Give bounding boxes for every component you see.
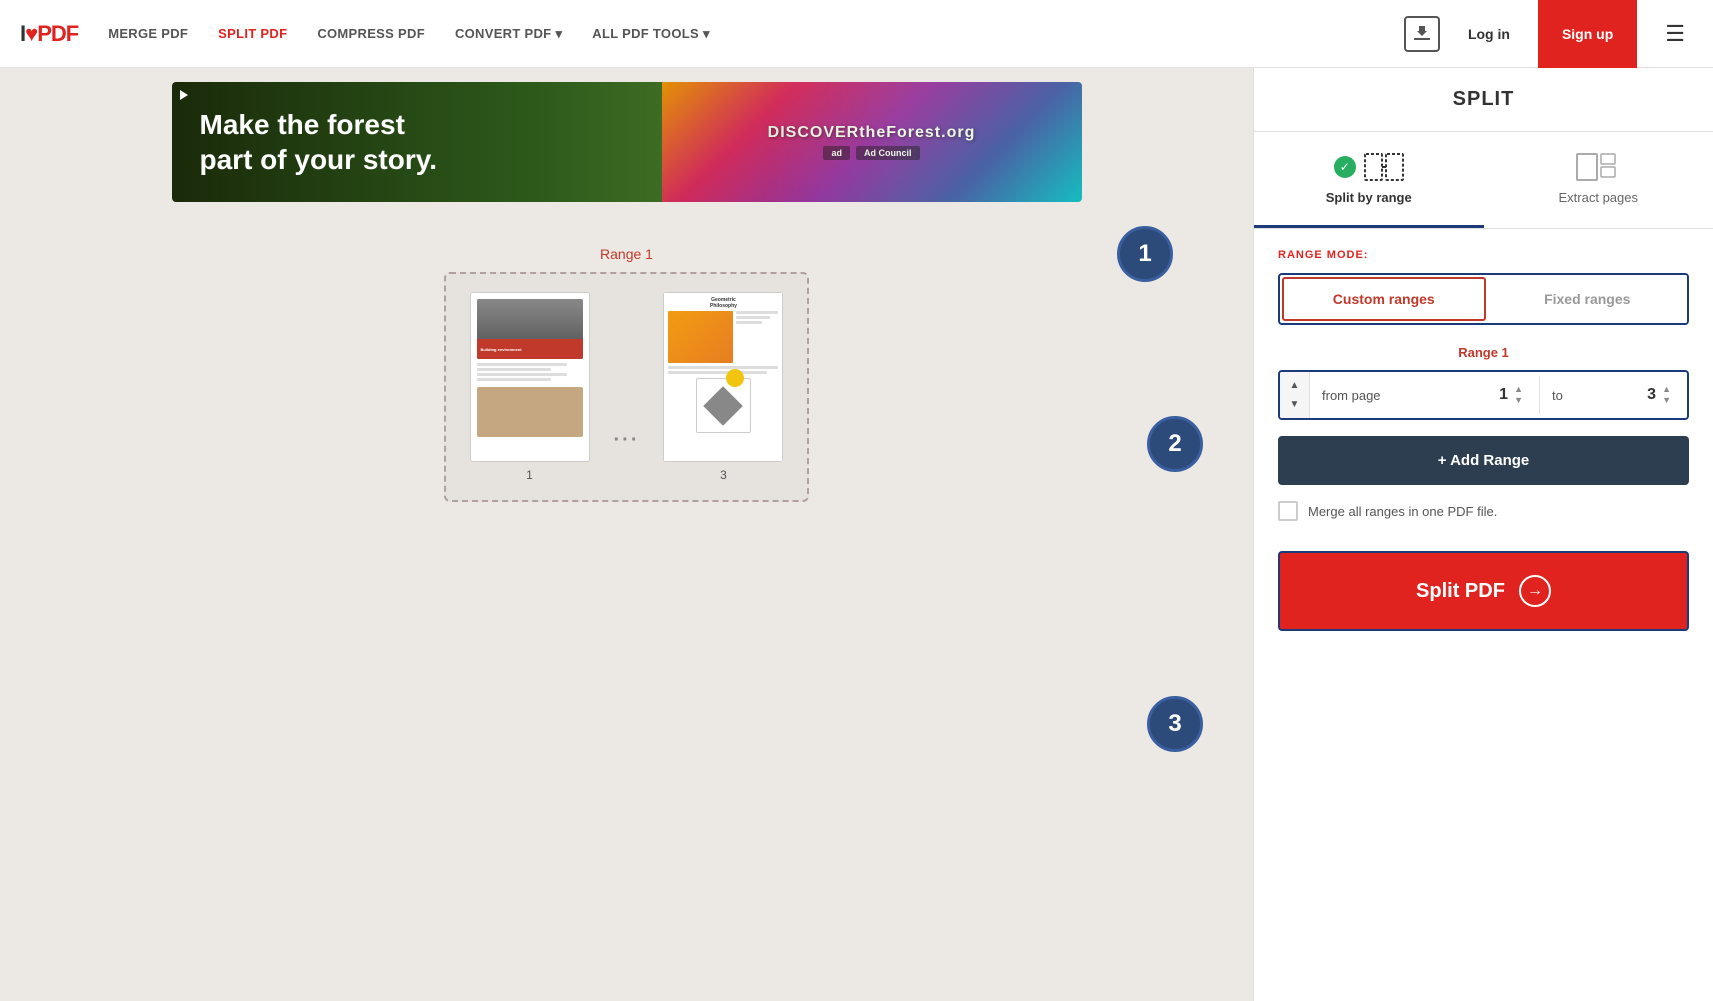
range-to: to 3 ▲ ▼ xyxy=(1540,376,1687,414)
ad-badge-council: Ad Council xyxy=(856,146,920,160)
range-from: from page 1 ▲ ▼ xyxy=(1310,376,1540,414)
range-inputs: ▲ ▼ from page 1 ▲ ▼ xyxy=(1278,370,1689,420)
download-icon xyxy=(1404,16,1440,52)
split-mode-tabs: ✓ Split by range Extract pages xyxy=(1254,132,1713,229)
page1-image-block: Building environment xyxy=(477,299,583,359)
from-page-number: 1 xyxy=(1499,386,1508,404)
download-button[interactable] xyxy=(1404,16,1440,52)
tab-extract-pages[interactable]: Extract pages xyxy=(1484,132,1713,228)
play-icon xyxy=(180,90,188,100)
split-pdf-button[interactable]: Split PDF → xyxy=(1278,551,1689,631)
split-title: SPLIT xyxy=(1254,68,1713,132)
to-page-down[interactable]: ▼ xyxy=(1658,395,1675,406)
page-thumb-1-inner: Building environment xyxy=(471,293,589,461)
logo-heart: ♥ xyxy=(25,21,37,46)
to-page-number: 3 xyxy=(1647,386,1656,404)
nav-compress[interactable]: COMPRESS PDF xyxy=(317,26,425,41)
page-thumb-1: Building environment xyxy=(470,292,590,462)
add-range-button[interactable]: + Add Range xyxy=(1278,436,1689,485)
merge-check: Merge all ranges in one PDF file. xyxy=(1278,501,1689,521)
ad-badge-ad: ad xyxy=(823,146,850,160)
to-page-up[interactable]: ▲ xyxy=(1658,384,1675,395)
ad-banner-content: Make the forestpart of your story. DISCO… xyxy=(172,82,1082,202)
logo-text: I♥PDF xyxy=(20,21,78,47)
mode-buttons: Custom ranges Fixed ranges xyxy=(1278,273,1689,325)
nav-all-tools[interactable]: ALL PDF TOOLS ▾ xyxy=(592,26,710,42)
page-card-1: Building environment xyxy=(470,292,590,482)
from-page-down[interactable]: ▼ xyxy=(1510,395,1527,406)
left-panel: Make the forestpart of your story. DISCO… xyxy=(0,68,1253,1001)
page1-line xyxy=(477,378,551,381)
range-label: Range 1 xyxy=(600,246,653,262)
tab-split-range-label: Split by range xyxy=(1326,190,1412,205)
from-page-up[interactable]: ▲ xyxy=(1510,384,1527,395)
signup-button[interactable]: Sign up xyxy=(1538,0,1637,68)
from-page-label: from page xyxy=(1322,388,1381,403)
tab-extract-label: Extract pages xyxy=(1559,190,1639,205)
page1-line xyxy=(477,363,567,366)
extract-pages-icon xyxy=(1576,152,1620,182)
custom-ranges-button[interactable]: Custom ranges xyxy=(1282,277,1486,321)
login-button[interactable]: Log in xyxy=(1454,18,1524,50)
header-right: Log in Sign up ☰ xyxy=(1404,0,1693,68)
nav-convert[interactable]: CONVERT PDF ▾ xyxy=(455,26,562,42)
page1-line xyxy=(477,373,567,376)
range-1-section: Range 1 ▲ ▼ from page 1 ▲ ▼ xyxy=(1278,345,1689,420)
to-label: to xyxy=(1552,388,1563,403)
merge-checkbox[interactable] xyxy=(1278,501,1298,521)
ad-right-section: DISCOVERtheForest.org ad Ad Council xyxy=(662,82,1082,202)
from-page-spinner[interactable]: ▲ ▼ xyxy=(1510,384,1527,406)
range-mode-label: RANGE MODE: xyxy=(1278,249,1689,261)
ad-colorful-bg: DISCOVERtheForest.org ad Ad Council xyxy=(662,82,1082,202)
range-down-button[interactable]: ▼ xyxy=(1282,395,1308,414)
logo-pdf: PDF xyxy=(37,21,78,46)
hamburger-menu-icon[interactable]: ☰ xyxy=(1657,13,1693,55)
range-box: Building environment xyxy=(444,272,810,502)
main-nav: MERGE PDF SPLIT PDF COMPRESS PDF CONVERT… xyxy=(108,26,1404,42)
fixed-ranges-button[interactable]: Fixed ranges xyxy=(1488,275,1688,323)
page-number-3: 3 xyxy=(720,468,727,482)
header: I♥PDF MERGE PDF SPLIT PDF COMPRESS PDF C… xyxy=(0,0,1713,68)
page-number-1: 1 xyxy=(526,468,533,482)
range-container: Range 1 Building environment xyxy=(444,246,810,502)
dots-separator: ··· xyxy=(614,429,640,482)
range-1-label: Range 1 xyxy=(1278,345,1689,360)
chevron-down-icon: ▾ xyxy=(555,26,562,42)
split-range-icon xyxy=(1364,152,1404,182)
ad-discover-text: DISCOVERtheForest.org xyxy=(768,124,976,142)
range-to-value: 3 ▲ ▼ xyxy=(1647,384,1675,406)
split-pdf-label: Split PDF xyxy=(1416,580,1505,603)
right-content: RANGE MODE: Custom ranges Fixed ranges R… xyxy=(1254,229,1713,1001)
range-from-value: 1 ▲ ▼ xyxy=(1499,384,1527,406)
ad-play-indicator xyxy=(180,90,188,100)
ad-text-left: Make the forestpart of your story. xyxy=(172,107,466,177)
page1-lines xyxy=(477,363,583,381)
page-thumb-3-inner: GeometricPhilosophy xyxy=(664,293,782,461)
logo[interactable]: I♥PDF xyxy=(20,21,78,47)
to-page-spinner[interactable]: ▲ ▼ xyxy=(1658,384,1675,406)
page1-bottom-image xyxy=(477,387,583,437)
page-card-3: GeometricPhilosophy xyxy=(663,292,783,482)
range-reorder-control[interactable]: ▲ ▼ xyxy=(1280,372,1310,418)
page-thumb-3: GeometricPhilosophy xyxy=(663,292,783,462)
nav-merge[interactable]: MERGE PDF xyxy=(108,26,188,41)
ad-main-text: Make the forestpart of your story. xyxy=(200,107,438,177)
step-3-circle: 3 xyxy=(1147,696,1203,752)
merge-label: Merge all ranges in one PDF file. xyxy=(1308,504,1497,519)
step-2-circle: 2 xyxy=(1147,416,1203,472)
nav-split[interactable]: SPLIT PDF xyxy=(218,26,287,41)
split-pdf-arrow-icon: → xyxy=(1519,575,1551,607)
check-badge: ✓ xyxy=(1334,156,1356,178)
step-1-circle: 1 xyxy=(1117,226,1173,282)
main-layout: Make the forestpart of your story. DISCO… xyxy=(0,68,1713,1001)
tab-split-by-range[interactable]: ✓ Split by range xyxy=(1254,132,1484,228)
content-main: 1 2 3 Range 1 xyxy=(0,216,1253,532)
ad-badges: ad Ad Council xyxy=(823,146,919,160)
right-panel: SPLIT ✓ Split by range xyxy=(1253,68,1713,1001)
range-up-button[interactable]: ▲ xyxy=(1282,376,1308,395)
ad-banner: Make the forestpart of your story. DISCO… xyxy=(172,82,1082,202)
chevron-down-icon: ▾ xyxy=(703,26,710,42)
page1-line xyxy=(477,368,551,371)
